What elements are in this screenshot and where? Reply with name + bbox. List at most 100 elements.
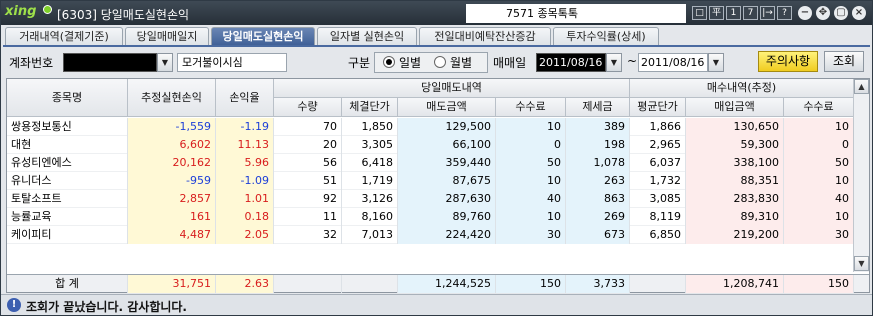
date-to-input[interactable]: 2011/08/16 [638,53,708,72]
window-title: [6303] 당일매도실현손익 [57,8,190,22]
cell-price: 8,160 [342,208,398,226]
table-row[interactable]: 유니더스 -959 -1.09 51 1,719 87,675 10 263 1,732 88,3… [7,172,854,190]
table-row[interactable]: 대현 6,602 11.13 20 3,305 66,100 0 198 2,965 59,300… [7,136,854,154]
cell-est-pnl: 161 [128,208,216,226]
table-row[interactable]: 쌍용정보통신 -1,559 -1.19 70 1,850 129,500 10 389 1,86… [7,118,854,136]
close-icon[interactable]: × [852,6,866,20]
cell-name: 쌍용정보통신 [7,118,128,136]
cell-name: 유성티엔에스 [7,154,128,172]
window-btn-2[interactable]: 1 [726,6,741,20]
total-buy-fee: 150 [784,275,854,293]
cell-sell-amount: 224,420 [398,226,496,244]
help-button[interactable]: ? [777,6,792,20]
move-icon[interactable]: ✥ [816,6,830,20]
cell-buy-amount: 283,830 [686,190,784,208]
cell-buy-amount: 219,200 [686,226,784,244]
table-row[interactable]: 유성티엔에스 20,162 5.96 56 6,418 359,440 50 1,078 6,0… [7,154,854,172]
cell-buy-amount: 88,351 [686,172,784,190]
header-return-rate: 손익율 [216,79,274,117]
cell-price: 6,418 [342,154,398,172]
header-est-pnl: 추정실현손익 [128,79,216,117]
window-btn-1[interactable]: 平 [709,6,724,20]
radio-daily-label[interactable]: 일별 [399,54,421,71]
radio-monthly[interactable] [434,56,446,68]
table-row[interactable]: 능률교육 161 0.18 11 8,160 89,760 10 269 8,119 89,310… [7,208,854,226]
cell-buy-fee: 0 [784,136,854,154]
total-sell-amount: 1,244,525 [398,275,496,293]
scroll-up-icon[interactable]: ▲ [854,79,869,94]
cell-buy-fee: 50 [784,154,854,172]
header-sell-group: 당일매도내역 [274,79,630,98]
cell-price: 1,850 [342,118,398,136]
trade-date-label: 매매일 [493,56,527,70]
cell-price: 7,013 [342,226,398,244]
cell-qty: 92 [274,190,342,208]
header-buy-amount: 매입금액 [686,98,784,117]
cell-avg-price: 3,085 [630,190,686,208]
cell-qty: 32 [274,226,342,244]
tab-trade-history[interactable]: 거래내역(결제기준) [5,27,123,46]
division-label: 구분 [348,56,371,70]
window-btn-3[interactable]: 7 [743,6,758,20]
header-buy-group: 매수내역(추정) [630,79,854,98]
cell-return-rate: 11.13 [216,136,274,154]
account-dropdown-icon[interactable]: ▼ [157,53,173,72]
cell-tax: 198 [566,136,630,154]
tab-daily-journal[interactable]: 당일매매일지 [125,27,209,46]
cell-buy-fee: 30 [784,226,854,244]
cell-fee: 0 [496,136,566,154]
cell-tax: 863 [566,190,630,208]
cell-fee: 40 [496,190,566,208]
status-message: 조회가 끝났습니다. 감사합니다. [26,300,187,314]
total-buy-amount: 1,208,741 [686,275,784,293]
cell-price: 3,126 [342,190,398,208]
scroll-down-icon[interactable]: ▼ [854,256,869,271]
date-to-dropdown-icon[interactable]: ▼ [708,53,724,72]
query-button[interactable]: 조회 [824,51,864,72]
tab-daily-pnl-by-date[interactable]: 일자별 실현손익 [317,27,417,46]
header-fee: 수수료 [496,98,566,117]
app-logo: xing [5,4,37,19]
cell-name: 케이피티 [7,226,128,244]
total-return-rate: 2.63 [216,275,274,293]
ticker-display[interactable]: 7571 종목톡톡 [466,4,686,23]
cell-price: 3,305 [342,136,398,154]
date-from-input[interactable]: 2011/08/16 [536,53,606,72]
minimize-icon[interactable]: − [798,6,812,20]
cell-fee: 10 [496,118,566,136]
cell-name: 대현 [7,136,128,154]
window-btn-4[interactable]: |→ [760,6,775,20]
restore-icon[interactable]: ▢ [834,6,848,20]
pnl-grid: 종목명 추정실현손익 손익율 당일매도내역 매수내역(추정) 수량 체결단가 매… [6,78,870,293]
radio-monthly-label[interactable]: 월별 [450,54,472,71]
vertical-scrollbar[interactable]: ▲ ▼ [853,79,869,272]
cell-fee: 30 [496,226,566,244]
cell-return-rate: 2.05 [216,226,274,244]
cell-name: 능률교육 [7,208,128,226]
cell-est-pnl: 4,487 [128,226,216,244]
total-est-pnl: 31,751 [128,275,216,293]
logo-dot-icon [43,5,52,14]
cell-buy-fee: 40 [784,190,854,208]
account-input[interactable] [63,53,157,72]
table-row[interactable]: 케이피티 4,487 2.05 32 7,013 224,420 30 673 6,850 219… [7,226,854,244]
radio-daily[interactable] [383,56,395,68]
tab-deposit-change[interactable]: 전일대비예탁잔산증감 [419,27,551,46]
cell-qty: 20 [274,136,342,154]
cell-tax: 1,078 [566,154,630,172]
date-separator: ~ [627,54,638,68]
table-row[interactable]: 토탈소프트 2,857 1.01 92 3,126 287,630 40 863 3,085 28… [7,190,854,208]
tab-daily-realized-pnl[interactable]: 당일매도실현손익 [211,27,315,46]
main-window: xing [6303] 당일매도실현손익 7571 종목톡톡 □ 平 1 7 |… [0,0,873,316]
cell-fee: 10 [496,208,566,226]
window-btn-0[interactable]: □ [692,6,707,20]
cell-tax: 263 [566,172,630,190]
cell-buy-fee: 10 [784,118,854,136]
tab-investment-return[interactable]: 투자수익률(상세) [553,27,659,46]
cell-qty: 11 [274,208,342,226]
date-from-dropdown-icon[interactable]: ▼ [606,53,622,72]
header-qty: 수량 [274,98,342,117]
notice-button[interactable]: 주의사항 [758,51,818,72]
cell-avg-price: 8,119 [630,208,686,226]
header-price: 체결단가 [342,98,398,117]
